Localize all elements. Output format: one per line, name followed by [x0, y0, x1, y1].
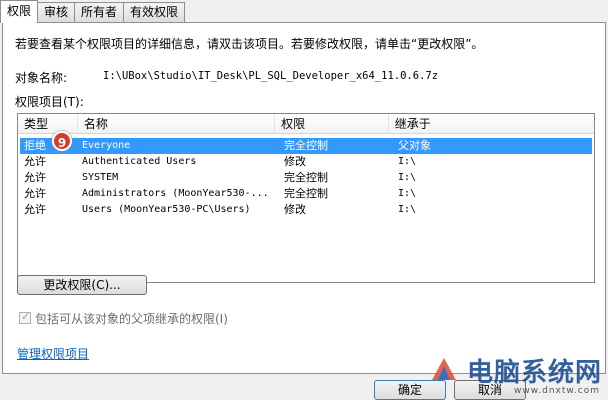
- watermark-logo-icon: [432, 358, 456, 380]
- column-permission[interactable]: 权限: [275, 114, 389, 134]
- table-row[interactable]: 拒绝 Everyone 完全控制 父对象: [20, 138, 592, 154]
- table-row[interactable]: 允许 Administrators (MoonYear530-... 完全控制 …: [20, 186, 592, 202]
- table-row[interactable]: 允许 Users (MoonYear530-PC\Users) 修改 I:\: [20, 202, 592, 218]
- row-permission: 完全控制: [284, 187, 328, 200]
- tab-auditing[interactable]: 审核: [38, 2, 76, 23]
- row-inherited-from: I:\: [398, 188, 417, 199]
- watermark-url: www.dnxtw.com: [513, 386, 600, 396]
- row-type: 允许: [24, 187, 46, 200]
- tab-permissions[interactable]: 权限: [0, 0, 39, 23]
- inherit-permissions-checkbox[interactable]: [19, 310, 31, 324]
- row-permission: 修改: [284, 155, 306, 168]
- object-name-label: 对象名称:: [15, 71, 68, 85]
- row-type: 允许: [24, 203, 46, 216]
- row-inherited-from: I:\: [398, 172, 417, 183]
- step-number-badge: 9: [52, 131, 72, 151]
- manage-permissions-link[interactable]: 管理权限项目: [17, 345, 89, 362]
- row-permission: 修改: [284, 203, 306, 216]
- row-name: Users (MoonYear530-PC\Users): [82, 204, 251, 215]
- permissions-panel: 若要查看某个权限项目的详细信息，请双击该项目。若要修改权限，请单击“更改权限”。…: [2, 22, 606, 374]
- row-name: SYSTEM: [82, 172, 119, 183]
- table-row[interactable]: 允许 Authenticated Users 修改 I:\: [20, 154, 592, 170]
- column-type[interactable]: 类型: [18, 114, 78, 134]
- permission-entries-list[interactable]: 类型 名称 权限 继承于 拒绝 Everyone 完全控制 父对象 允许 Aut…: [17, 113, 595, 283]
- object-path: I:\UBox\Studio\IT_Desk\PL_SQL_Developer_…: [103, 70, 439, 82]
- column-inherited-from[interactable]: 继承于: [389, 114, 594, 134]
- table-row[interactable]: 允许 SYSTEM 完全控制 I:\: [20, 170, 592, 186]
- row-name: Administrators (MoonYear530-...: [82, 188, 269, 199]
- tab-bar: 权限 审核 所有者 有效权限: [0, 0, 186, 23]
- ok-button[interactable]: 确定: [374, 380, 446, 400]
- tab-effective-permissions[interactable]: 有效权限: [124, 2, 186, 23]
- row-inherited-from: 父对象: [398, 139, 431, 152]
- row-inherited-from: I:\: [398, 156, 417, 167]
- tab-owner[interactable]: 所有者: [75, 2, 125, 23]
- inherit-permissions-label: 包括可从该对象的父项继承的权限(I): [35, 312, 228, 326]
- instruction-text: 若要查看某个权限项目的详细信息，请双击该项目。若要修改权限，请单击“更改权限”。: [15, 37, 484, 51]
- row-name: Everyone: [82, 140, 131, 151]
- row-name: Authenticated Users: [82, 156, 197, 167]
- permission-entries-label: 权限项目(T):: [15, 95, 84, 109]
- row-type: 允许: [24, 155, 46, 168]
- watermark-text: 电脑系统网: [466, 358, 602, 388]
- column-name[interactable]: 名称: [78, 114, 276, 134]
- change-permissions-button[interactable]: 更改权限(C)...: [17, 275, 147, 295]
- list-header: 类型 名称 权限 继承于: [18, 114, 594, 134]
- row-permission: 完全控制: [284, 139, 328, 152]
- row-permission: 完全控制: [284, 171, 328, 184]
- row-inherited-from: I:\: [398, 204, 417, 215]
- row-type: 允许: [24, 171, 46, 184]
